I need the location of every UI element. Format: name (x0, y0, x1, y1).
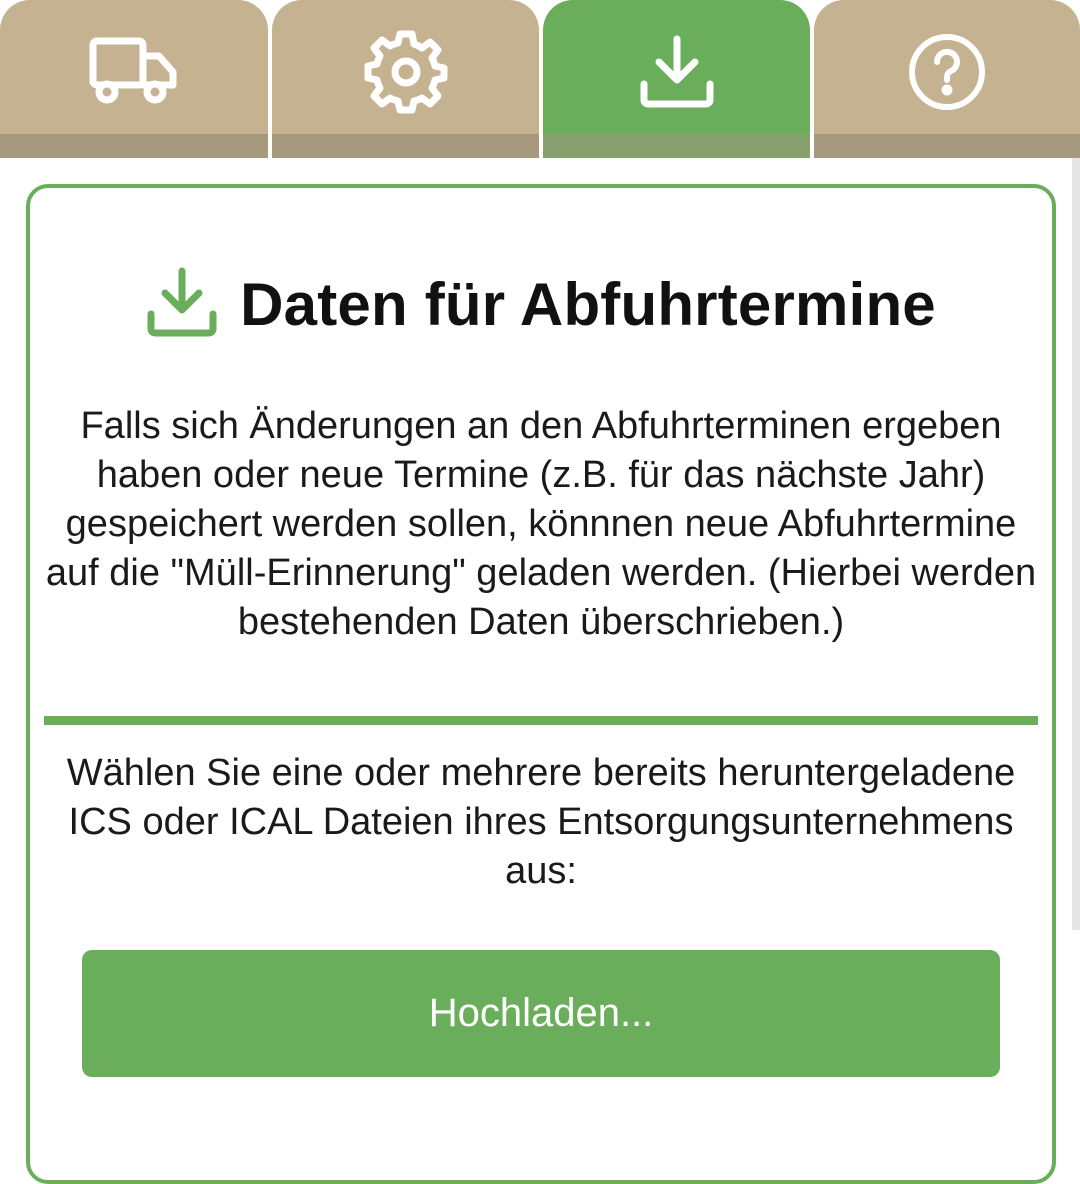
download-icon (632, 32, 722, 112)
tab-help[interactable] (814, 0, 1080, 158)
instruction-text: Wählen Sie eine oder mehrere bereits her… (66, 752, 1016, 892)
import-card: Daten für Abfuhrtermine Falls sich Änder… (26, 184, 1056, 1184)
tab-settings[interactable] (272, 0, 539, 158)
tab-import[interactable] (543, 0, 810, 158)
help-icon (902, 32, 992, 112)
tab-truck[interactable] (0, 0, 268, 158)
gear-icon (361, 30, 451, 114)
upload-button[interactable]: Hochladen... (82, 950, 1000, 1077)
truck-icon (89, 32, 179, 112)
intro-text: Falls sich Änderungen an den Abfuhrtermi… (45, 405, 1037, 643)
tab-bar (0, 0, 1080, 158)
card-header: Daten für Abfuhrtermine (30, 266, 1052, 343)
divider (44, 716, 1038, 725)
scrollbar[interactable] (1072, 158, 1080, 930)
page-title: Daten für Abfuhrtermine (240, 271, 936, 338)
download-icon (146, 266, 218, 343)
